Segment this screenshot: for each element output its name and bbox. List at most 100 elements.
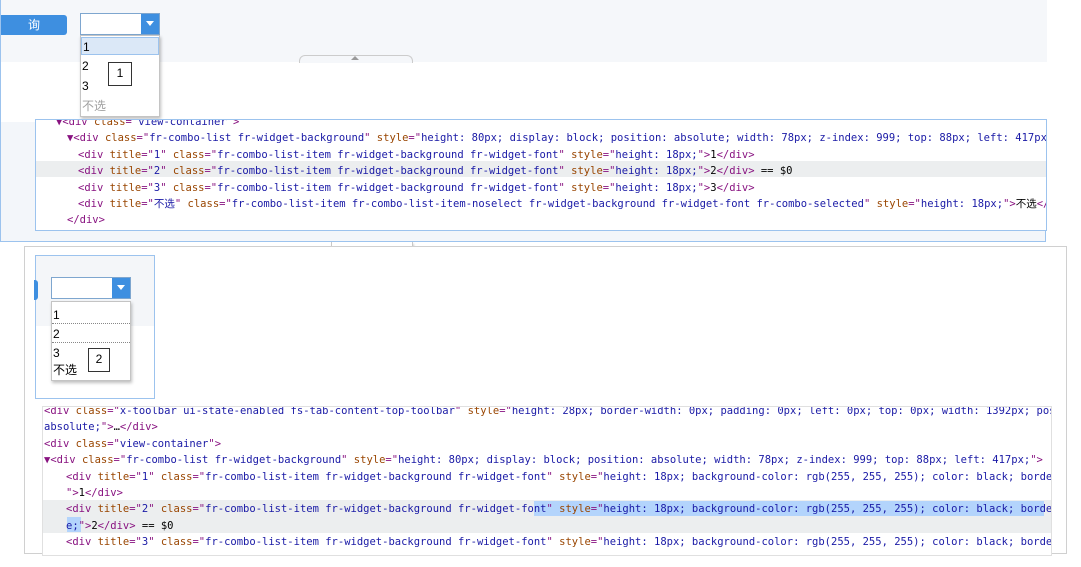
code-line[interactable]: ">1</div> [66, 485, 123, 501]
code-token: height: 18px; background-color: rgb(255,… [603, 470, 1052, 483]
query-button[interactable]: 询 [1, 15, 67, 35]
top-screenshot: 询 1 2 3 不选 1 ▼<div class="view-container… [0, 0, 1047, 257]
code-token: ▼<div [44, 454, 82, 467]
code-token: class [160, 503, 193, 516]
code-token: " [364, 132, 377, 145]
code-token: <div [78, 165, 110, 178]
code-token: fr-combo-list-item fr-combo-list-item-no… [231, 198, 864, 210]
combo-box[interactable] [51, 277, 131, 299]
code-token: title [109, 181, 142, 194]
annotation-badge: 1 [108, 62, 132, 86]
code-token: =" [204, 181, 218, 194]
code-token: class [172, 165, 205, 178]
code-token: " [160, 181, 173, 194]
code-token: <div [66, 536, 98, 549]
code-token: fr-combo-list-item fr-widget-background … [217, 181, 559, 194]
code-token: </div> [84, 487, 123, 499]
code-line[interactable]: </div> [67, 212, 105, 228]
code-token: </div> [716, 148, 755, 161]
code-token: <div [78, 181, 110, 194]
code-line[interactable]: <div title="2" class="fr-combo-list-item… [66, 501, 1051, 517]
code-line[interactable]: <div title="1" class="fr-combo-list-item… [78, 147, 755, 163]
code-token: ▼<div [67, 132, 105, 145]
chevron-down-icon[interactable] [141, 14, 159, 34]
code-token: height: 18px; [615, 165, 698, 178]
code-token: fr-combo-list fr-widget-background [149, 132, 365, 145]
list-item-noselect[interactable]: 不选 [81, 97, 159, 115]
list-item[interactable]: 1 [52, 306, 130, 324]
code-token: 不选 [153, 198, 175, 210]
code-line[interactable]: <div class="view-container"> [44, 436, 221, 452]
code-token: style [559, 470, 591, 483]
code-token: =" [141, 148, 154, 161]
code-token: title [97, 503, 130, 516]
code-token: =" [408, 132, 422, 145]
code-token: height: 18px; background-color: rgb(255,… [603, 536, 1052, 549]
code-token: class [187, 198, 220, 210]
code-line[interactable]: <div title="2" class="fr-combo-list-item… [78, 163, 792, 179]
code-token: style [571, 148, 603, 161]
code-token: "> [78, 519, 92, 532]
code-token: class [160, 470, 193, 483]
code-token: height: 18px; [615, 181, 698, 194]
code-token: height: 80px; display: block; position: … [421, 132, 1047, 145]
code-line[interactable]: <div title="不选" class="fr-combo-list-ite… [78, 196, 1046, 212]
code-token: =" [129, 503, 142, 516]
list-item[interactable]: 2 [52, 325, 130, 343]
code-token: "> [226, 119, 240, 128]
code-line[interactable]: absolute;">…</div> [44, 419, 158, 435]
code-token: class [75, 406, 108, 417]
code-line[interactable]: <div title="1" class="fr-combo-list-item… [66, 469, 1052, 485]
code-token: fr-combo-list-item fr-widget-background … [217, 165, 559, 178]
code-token: class [93, 119, 126, 128]
annotation-badge: 2 [88, 348, 110, 372]
code-token: style [571, 181, 603, 194]
code-token: class [172, 148, 205, 161]
code-token: =" [602, 181, 616, 194]
code-token: class [104, 132, 137, 145]
code-token: "> [66, 487, 79, 499]
code-token: height: 18px; [615, 148, 698, 161]
code-token: class [160, 536, 193, 549]
code-token: title [109, 148, 142, 161]
code-token: " [558, 165, 572, 178]
chevron-down-icon[interactable] [112, 278, 130, 298]
code-token: =" [385, 454, 399, 467]
code-token: =" [602, 165, 616, 178]
code-token: x-toolbar ui-state-enabled fs-tab-conten… [119, 406, 455, 417]
code-token: " [160, 148, 173, 161]
code-line[interactable]: ▼<div class="view-container"> [56, 119, 240, 130]
code-token: =" [192, 536, 206, 549]
code-token: style [376, 132, 409, 145]
code-token: =" [125, 119, 139, 128]
code-token: style [571, 165, 603, 178]
code-token: class [172, 181, 205, 194]
code-token: fr-combo-list fr-widget-background [126, 454, 342, 467]
scroll-tab[interactable] [299, 55, 413, 63]
code-token: " [546, 470, 560, 483]
code-token: " [558, 148, 572, 161]
code-token: e; [66, 519, 79, 532]
list-item[interactable]: 1 [81, 37, 159, 55]
preview-pane: 1 2 3 不选 2 [34, 255, 155, 399]
code-line[interactable]: <div title="3" class="fr-combo-list-item… [66, 534, 1052, 550]
query-button-edge[interactable] [34, 280, 38, 300]
code-line[interactable]: ▼<div class =" fr-combo-list fr-widget-bac… [67, 130, 1047, 146]
code-token: " [148, 503, 161, 516]
bottom-screenshot: 1 2 3 不选 2 <div class="x-toolbar ui-stat… [24, 246, 1067, 556]
code-token: == $0 [135, 519, 174, 532]
code-token: =" [192, 503, 206, 516]
code-token: </div> [119, 421, 158, 434]
code-token: =" [590, 470, 604, 483]
code-token: " [160, 165, 173, 178]
query-button-label: 询 [28, 18, 41, 32]
code-token: =" [141, 181, 154, 194]
code-token: " [454, 406, 468, 417]
code-line[interactable]: e;">2</div> == $0 [66, 518, 174, 534]
combo-box[interactable] [80, 13, 160, 35]
code-token: " [558, 181, 572, 194]
code-line[interactable]: ▼<div class="fr-combo-list fr-widget-bac… [44, 452, 1043, 468]
code-token: <div [78, 198, 110, 210]
code-line[interactable]: <div title="3" class="fr-combo-list-item… [78, 180, 755, 196]
code-line[interactable]: <div class="x-toolbar ui-state-enabled f… [44, 406, 1051, 419]
